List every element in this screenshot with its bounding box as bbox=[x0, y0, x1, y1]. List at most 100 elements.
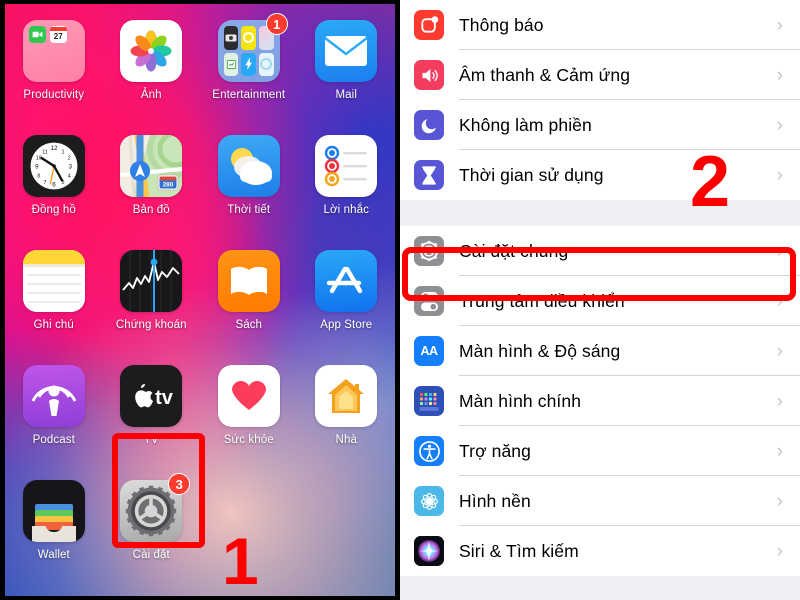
settings-row-label: Cài đặt chung bbox=[459, 240, 569, 261]
app-label: Bản đồ bbox=[132, 204, 170, 216]
app-health[interactable]: Sức khỏe bbox=[200, 365, 298, 446]
app-icon-wrap bbox=[217, 250, 280, 312]
svg-text:4: 4 bbox=[68, 174, 71, 180]
app-icon-wrap bbox=[315, 20, 378, 82]
app-icon-wrap: 12 3 6 9 1 2 4 5 7 8 10 11 bbox=[22, 135, 85, 197]
app-clock[interactable]: 12 3 6 9 1 2 4 5 7 8 10 11 Đồng hồ bbox=[5, 135, 103, 216]
chevron-right-icon: › bbox=[776, 64, 783, 86]
app-label: Cài đặt bbox=[132, 549, 170, 561]
svg-text:11: 11 bbox=[42, 149, 48, 155]
app-maps[interactable]: 280 Bản đồ bbox=[103, 135, 201, 216]
settings-row-label: Trợ năng bbox=[459, 440, 531, 461]
app-label: Chứng khoán bbox=[115, 319, 187, 331]
settings-row-home-screen[interactable]: Màn hình chính › bbox=[400, 376, 800, 426]
app-books[interactable]: Sách bbox=[200, 250, 298, 331]
settings-row-label: Hình nền bbox=[459, 490, 531, 511]
settings-row-notifications[interactable]: Thông báo › bbox=[400, 0, 800, 50]
settings-row-siri-search[interactable]: Siri & Tìm kiếm › bbox=[400, 526, 800, 576]
app-icon-wrap bbox=[315, 365, 378, 427]
svg-text:1: 1 bbox=[61, 149, 64, 155]
app-photos[interactable]: Ảnh bbox=[103, 20, 201, 101]
photos-app-icon bbox=[120, 20, 183, 82]
app-entertainment[interactable]: 1 Entertainment bbox=[200, 13, 298, 101]
display-icon-text: AA bbox=[420, 344, 438, 358]
app-label: Thời tiết bbox=[227, 204, 271, 216]
settings-row-accessibility[interactable]: Trợ năng › bbox=[400, 426, 800, 476]
stocks-app-icon bbox=[120, 250, 183, 312]
svg-text:9: 9 bbox=[35, 164, 39, 171]
calendar-mini-day: 27 bbox=[53, 32, 63, 41]
app-label: Đồng hồ bbox=[31, 204, 76, 216]
settings-row-wallpaper[interactable]: Hình nền › bbox=[400, 476, 800, 526]
control-center-icon bbox=[414, 286, 444, 316]
books-app-icon bbox=[217, 250, 280, 312]
app-icon-wrap: 1 bbox=[217, 13, 288, 82]
home-app-icon bbox=[315, 365, 378, 427]
app-icon-wrap: 280 bbox=[120, 135, 183, 197]
app-label: Ảnh bbox=[140, 89, 162, 101]
podcasts-app-icon bbox=[22, 365, 85, 427]
maps-app-icon: 280 bbox=[120, 135, 183, 197]
display-brightness-icon: AA bbox=[414, 336, 444, 366]
chevron-right-icon: › bbox=[776, 240, 783, 262]
folder-productivity-icon: 27 bbox=[22, 20, 85, 82]
app-home[interactable]: Nhà bbox=[298, 365, 396, 446]
app-icon-grid: 27 Productivity Ảnh 1 Entertainment Mail… bbox=[5, 13, 396, 595]
app-reminders[interactable]: Lời nhắc bbox=[298, 135, 396, 216]
app-icon-wrap bbox=[120, 250, 183, 312]
app-mail[interactable]: Mail bbox=[298, 20, 396, 101]
calendar-mini-icon: 27 bbox=[49, 26, 67, 43]
badge-count: 1 bbox=[265, 13, 288, 35]
svg-text:7: 7 bbox=[43, 180, 46, 186]
app-icon-wrap bbox=[217, 135, 280, 197]
app-settings[interactable]: 3 Cài đặt bbox=[103, 473, 201, 561]
app-productivity[interactable]: 27 Productivity bbox=[5, 20, 103, 101]
notifications-icon bbox=[414, 10, 444, 40]
app-appstore[interactable]: App Store bbox=[298, 250, 396, 331]
wallpaper-icon bbox=[414, 486, 444, 516]
app-label: Productivity bbox=[23, 89, 85, 101]
settings-group-gap bbox=[400, 200, 800, 226]
settings-row-label: Không làm phiền bbox=[459, 114, 592, 135]
settings-row-sounds-haptics[interactable]: Âm thanh & Cảm ứng › bbox=[400, 50, 800, 100]
settings-row-do-not-disturb[interactable]: Không làm phiền › bbox=[400, 100, 800, 150]
chevron-right-icon: › bbox=[776, 14, 783, 36]
step-2-marker: 2 bbox=[690, 142, 731, 222]
snapchat-mini-icon bbox=[241, 26, 257, 50]
svg-text:6: 6 bbox=[52, 182, 56, 189]
appstore-app-icon bbox=[315, 250, 378, 312]
app-icon-wrap bbox=[315, 135, 378, 197]
settings-list-pane: Thông báo › Âm thanh & Cảm ứng › Không l… bbox=[400, 0, 800, 600]
health-app-icon bbox=[217, 365, 280, 427]
settings-row-screen-time[interactable]: Thời gian sử dụng › bbox=[400, 150, 800, 200]
screenshot-root: 27 Productivity Ảnh 1 Entertainment Mail… bbox=[0, 0, 800, 600]
app-label: Podcast bbox=[32, 434, 75, 446]
app-icon-wrap: tv bbox=[120, 365, 183, 427]
wallet-app-icon bbox=[22, 480, 85, 542]
chevron-right-icon: › bbox=[776, 114, 783, 136]
app-notes[interactable]: Ghi chú bbox=[5, 250, 103, 331]
app-stocks[interactable]: Chứng khoán bbox=[103, 250, 201, 331]
settings-row-control-center[interactable]: Trung tâm điều khiển › bbox=[400, 276, 800, 326]
app-weather[interactable]: Thời tiết bbox=[200, 135, 298, 216]
settings-row-general[interactable]: Cài đặt chung › bbox=[400, 226, 800, 276]
svg-text:tv: tv bbox=[155, 387, 174, 408]
settings-group-1: Thông báo › Âm thanh & Cảm ứng › Không l… bbox=[400, 0, 800, 200]
app-icon-wrap bbox=[22, 365, 85, 427]
screen-time-icon bbox=[414, 160, 444, 190]
app-label: Nhà bbox=[335, 434, 357, 446]
app-label: App Store bbox=[320, 319, 373, 331]
app-icon-wrap: 3 bbox=[120, 473, 191, 542]
app-tv[interactable]: tv TV bbox=[103, 365, 201, 446]
app-icon-wrap bbox=[315, 250, 378, 312]
settings-row-label: Thông báo bbox=[459, 14, 544, 35]
notes-app-icon bbox=[22, 250, 85, 312]
reminders-app-icon bbox=[315, 135, 378, 197]
app-wallet[interactable]: Wallet bbox=[5, 480, 103, 561]
app-label: Mail bbox=[335, 89, 357, 101]
settings-row-display-brightness[interactable]: AA Màn hình & Độ sáng › bbox=[400, 326, 800, 376]
flash-mini-icon bbox=[241, 52, 257, 76]
home-screen-icon bbox=[414, 386, 444, 416]
app-label: Wallet bbox=[37, 549, 70, 561]
app-podcast[interactable]: Podcast bbox=[5, 365, 103, 446]
